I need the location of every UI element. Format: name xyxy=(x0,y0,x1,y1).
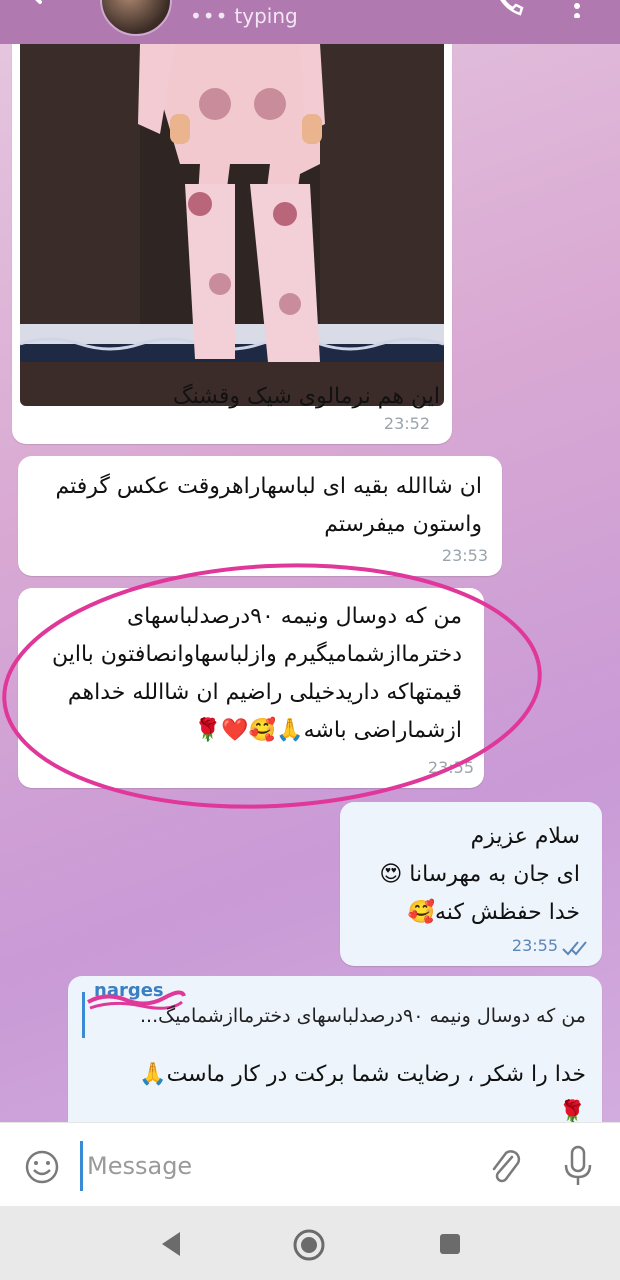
highlight-circle-annotation xyxy=(2,563,542,809)
outgoing-message-bubble[interactable]: سلام عزیزم ای جان به مهرسانا 😍 خدا حفظش … xyxy=(340,802,602,966)
message-text: خدا را شکر ، رضایت شما برکت در کار ماست🙏… xyxy=(86,1056,586,1132)
emoji-smiley-icon[interactable] xyxy=(24,1149,60,1185)
paperclip-attach-icon[interactable] xyxy=(488,1147,524,1187)
phone-call-icon[interactable] xyxy=(494,0,524,18)
nav-recents-icon[interactable] xyxy=(438,1232,462,1256)
message-time: 23:55 xyxy=(511,936,558,955)
back-arrow-icon[interactable] xyxy=(26,0,60,14)
read-double-check-icon xyxy=(562,941,587,956)
message-bubble[interactable]: ان شاالله بقیه ای لباسهاراهروقت عکس گرفت… xyxy=(18,456,502,576)
message-text: این هم نرمالوی شیک وقشنگ xyxy=(172,384,440,409)
message-input[interactable] xyxy=(80,1141,469,1191)
more-options-icon[interactable] xyxy=(572,0,582,18)
system-navigation-bar xyxy=(0,1206,620,1280)
message-bubble-photo[interactable]: این هم نرمالوی شیک وقشنگ 23:52 xyxy=(12,44,452,444)
message-composer xyxy=(0,1122,620,1207)
message-text: ان شاالله بقیه ای لباسهاراهروقت عکس گرفت… xyxy=(55,474,482,537)
avatar[interactable] xyxy=(100,0,172,36)
outgoing-reply-bubble[interactable]: narges من که دوسال ونیمه ۹۰درصدلباسهای د… xyxy=(68,976,602,1136)
message-photo[interactable] xyxy=(20,44,444,406)
message-text: سلام عزیزم ای جان به مهرسانا 😍 خدا حفظش … xyxy=(379,824,580,925)
heart-eyes-emoji: 😍 xyxy=(379,862,403,887)
message-time: 23:52 xyxy=(383,414,430,433)
nav-home-icon[interactable] xyxy=(292,1228,326,1262)
smiling-hearts-emoji: 🥰 xyxy=(407,900,436,925)
pray-emoji: 🙏 xyxy=(139,1062,167,1087)
chat-header: ••• typing xyxy=(0,0,620,44)
child-pajamas-photo xyxy=(20,44,444,362)
reply-accent-bar xyxy=(82,992,85,1038)
nav-back-icon[interactable] xyxy=(158,1230,184,1258)
reply-preview: من که دوسال ونیمه ۹۰درصدلباسهای دخترمااز… xyxy=(140,1005,586,1027)
typing-status: ••• typing xyxy=(190,4,298,28)
microphone-icon[interactable] xyxy=(562,1145,594,1187)
